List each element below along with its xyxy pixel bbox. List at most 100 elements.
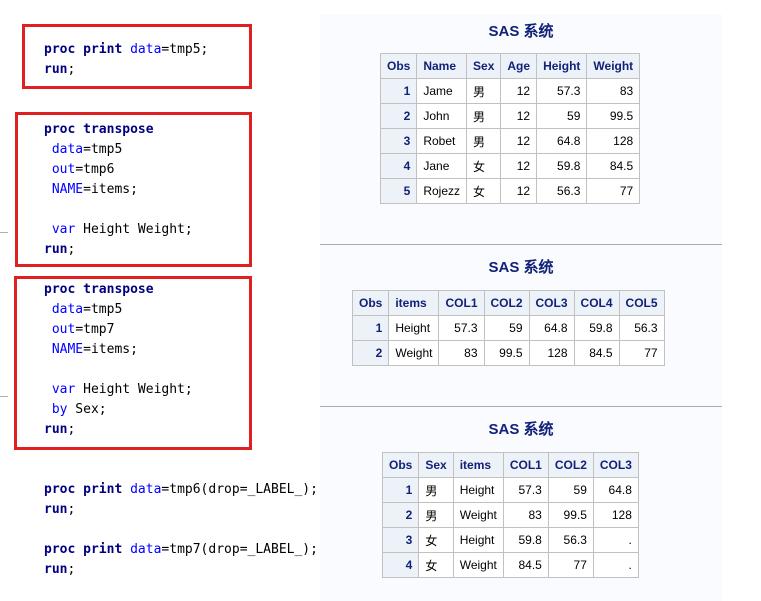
column-header: Obs bbox=[379, 53, 418, 79]
table-cell: 56.3 bbox=[536, 178, 588, 204]
output-table-tmp5: Obs Name Sex Age Height Weight 1 Jame 男 12 57.3 83 2… bbox=[379, 53, 641, 204]
table-cell: 男 bbox=[418, 502, 454, 528]
code-keyword: proc print bbox=[44, 542, 123, 557]
code-option: data bbox=[130, 542, 162, 557]
output-table-tmp7: Obs Sex items COL1 COL2 COL3 1 男 Height 57.3 59 64.… bbox=[381, 452, 639, 578]
table-cell: 84.5 bbox=[586, 153, 641, 179]
table-cell: 59 bbox=[547, 477, 594, 503]
table-row: 1 Height 57.3 59 64.8 59.8 56.3 bbox=[351, 315, 665, 341]
table-cell: 12 bbox=[500, 128, 538, 154]
table-cell: 77 bbox=[618, 340, 665, 366]
output-divider bbox=[320, 244, 722, 245]
table-cell: 12 bbox=[500, 153, 538, 179]
table-cell: Weight bbox=[452, 552, 504, 578]
table-cell: 128 bbox=[592, 502, 639, 528]
column-header: Name bbox=[416, 53, 468, 79]
table-cell: 57.3 bbox=[502, 477, 549, 503]
output-title: SAS 系统 bbox=[488, 23, 554, 40]
column-header: COL3 bbox=[592, 452, 639, 478]
table-cell: 83 bbox=[586, 78, 641, 104]
results-viewer[interactable]: SAS 系统 Obs Name Sex Age Height Weight 1 Jame 男 12… bbox=[320, 14, 722, 601]
code-line: proc print data=tmp7(drop=_LABEL_); bbox=[44, 540, 318, 560]
table-cell: 57.3 bbox=[536, 78, 588, 104]
table-cell: 77 bbox=[547, 552, 594, 578]
code-text: =tmp7(drop=_LABEL_); bbox=[161, 542, 318, 557]
table-row: 2 John 男 12 59 99.5 bbox=[379, 103, 641, 129]
table-cell: 女 bbox=[418, 552, 454, 578]
table-cell: 128 bbox=[586, 128, 641, 154]
obs-cell: 2 bbox=[381, 502, 420, 528]
column-header: COL2 bbox=[547, 452, 594, 478]
table-cell: Jane bbox=[416, 153, 468, 179]
column-header: Obs bbox=[351, 290, 390, 316]
highlight-box-2 bbox=[15, 112, 252, 267]
table-cell: 56.3 bbox=[618, 315, 665, 341]
table-cell: 女 bbox=[466, 153, 502, 179]
table-row: 3 女 Height 59.8 56.3. bbox=[381, 527, 639, 553]
column-header: items bbox=[388, 290, 440, 316]
column-header: COL1 bbox=[502, 452, 549, 478]
column-header: Weight bbox=[586, 53, 641, 79]
column-header: Age bbox=[500, 53, 538, 79]
table-row: 4 Jane 女 12 59.8 84.5 bbox=[379, 153, 641, 179]
table-row: 2 Weight 83 99.5 128 84.5 77 bbox=[351, 340, 665, 366]
column-header: COL1 bbox=[438, 290, 485, 316]
code-text: =tmp6(drop=_LABEL_); bbox=[161, 482, 318, 497]
column-header: COL4 bbox=[573, 290, 620, 316]
table-cell: 99.5 bbox=[547, 502, 594, 528]
table-cell: Jame bbox=[416, 78, 468, 104]
table-header-row: Obs Sex items COL1 COL2 COL3 bbox=[381, 452, 639, 478]
column-header: Sex bbox=[466, 53, 502, 79]
table-cell: 84.5 bbox=[502, 552, 549, 578]
obs-cell: 1 bbox=[381, 477, 420, 503]
table-cell: Weight bbox=[388, 340, 440, 366]
table-row: 1 男 Height 57.3 59 64.8 bbox=[381, 477, 639, 503]
table-cell: 12 bbox=[500, 103, 538, 129]
table-cell: 77 bbox=[586, 178, 641, 204]
table-cell: 59.8 bbox=[502, 527, 549, 553]
table-cell: 99.5 bbox=[483, 340, 530, 366]
highlight-box-1 bbox=[22, 24, 252, 89]
output-title: SAS 系统 bbox=[488, 421, 554, 438]
code-keyword: proc print bbox=[44, 482, 123, 497]
output-divider bbox=[320, 406, 722, 407]
obs-cell: 1 bbox=[351, 315, 390, 341]
code-text: ; bbox=[67, 502, 76, 517]
code-keyword: run bbox=[44, 502, 68, 517]
table-cell: 83 bbox=[502, 502, 549, 528]
code-text: ; bbox=[67, 562, 76, 577]
table-cell: 男 bbox=[418, 477, 454, 503]
column-header: COL3 bbox=[528, 290, 575, 316]
code-block-print-outputs[interactable]: proc print data=tmp6(drop=_LABEL_); run; … bbox=[44, 480, 318, 580]
table-cell: 女 bbox=[466, 178, 502, 204]
code-option: data bbox=[130, 482, 162, 497]
table-cell: 12 bbox=[500, 178, 538, 204]
table-cell: 59.8 bbox=[536, 153, 588, 179]
obs-cell: 4 bbox=[381, 552, 420, 578]
table-row: 2 男 Weight 83 99.5 128 bbox=[381, 502, 639, 528]
obs-cell: 1 bbox=[379, 78, 418, 104]
table-cell: 男 bbox=[466, 128, 502, 154]
obs-cell: 4 bbox=[379, 153, 418, 179]
table-row: 3 Robet 男 12 64.8 128 bbox=[379, 128, 641, 154]
table-cell: 男 bbox=[466, 103, 502, 129]
column-header: Height bbox=[536, 53, 588, 79]
code-keyword: run bbox=[44, 562, 68, 577]
table-cell: 64.8 bbox=[528, 315, 575, 341]
highlight-box-3 bbox=[14, 276, 252, 450]
table-cell: John bbox=[416, 103, 468, 129]
table-cell: 59 bbox=[536, 103, 588, 129]
obs-cell: 3 bbox=[381, 527, 420, 553]
code-editor[interactable]: proc print data=tmp5; run; proc transpose… bbox=[0, 0, 318, 601]
column-header: COL5 bbox=[618, 290, 665, 316]
table-cell: 64.8 bbox=[592, 477, 639, 503]
obs-cell: 3 bbox=[379, 128, 418, 154]
table-cell: . bbox=[592, 527, 639, 553]
table-cell: 57.3 bbox=[438, 315, 485, 341]
separator-tick bbox=[0, 232, 8, 233]
table-cell: 84.5 bbox=[573, 340, 620, 366]
table-cell: Weight bbox=[452, 502, 504, 528]
output-table-tmp6: Obs items COL1 COL2 COL3 COL4 COL5 1 Height 57.3 5… bbox=[351, 290, 665, 366]
table-cell: 64.8 bbox=[536, 128, 588, 154]
